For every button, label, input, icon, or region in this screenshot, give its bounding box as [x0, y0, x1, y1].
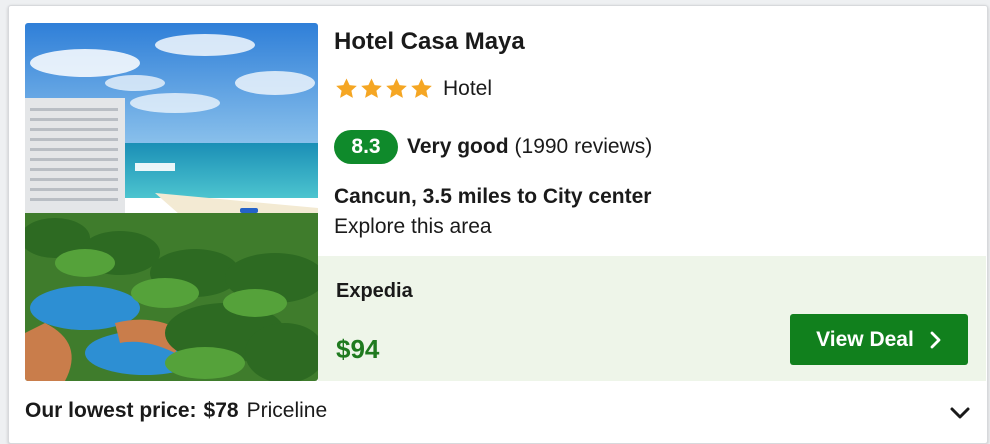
explore-area-link[interactable]: Explore this area — [334, 215, 492, 239]
view-deal-label: View Deal — [816, 328, 914, 352]
view-deal-button[interactable]: View Deal — [790, 314, 968, 365]
star-icon — [409, 77, 434, 101]
hotel-name[interactable]: Hotel Casa Maya — [334, 28, 525, 56]
lowest-price-value: $78 — [204, 399, 239, 423]
rating-word: Very good — [407, 135, 509, 159]
hotel-card: Hotel Casa Maya Hotel 8.3 Very good (199… — [8, 5, 988, 444]
score-badge: 8.3 — [334, 130, 398, 164]
chevron-down-icon[interactable] — [949, 404, 971, 422]
review-count[interactable]: (1990 reviews) — [515, 135, 653, 159]
rating-row: 8.3 Very good (1990 reviews) — [334, 130, 652, 164]
lowest-price-row[interactable]: Our lowest price: $78 Priceline — [25, 399, 327, 423]
hotel-photo-image — [25, 23, 318, 381]
deal-provider: Expedia — [336, 280, 413, 303]
lowest-price-label: Our lowest price: — [25, 399, 197, 423]
hotel-type: Hotel — [443, 77, 492, 101]
chevron-right-icon — [930, 331, 942, 349]
star-icon — [334, 77, 359, 101]
deal-price: $94 — [336, 334, 379, 365]
star-icon — [359, 77, 384, 101]
hotel-photo[interactable] — [25, 23, 318, 381]
star-icon — [384, 77, 409, 101]
star-rating — [334, 77, 434, 101]
location-text: Cancun, 3.5 miles to City center — [334, 185, 651, 209]
lowest-price-provider: Priceline — [247, 399, 328, 423]
star-rating-row: Hotel — [334, 77, 492, 101]
deal-panel[interactable]: Expedia $94 View Deal — [318, 256, 986, 381]
